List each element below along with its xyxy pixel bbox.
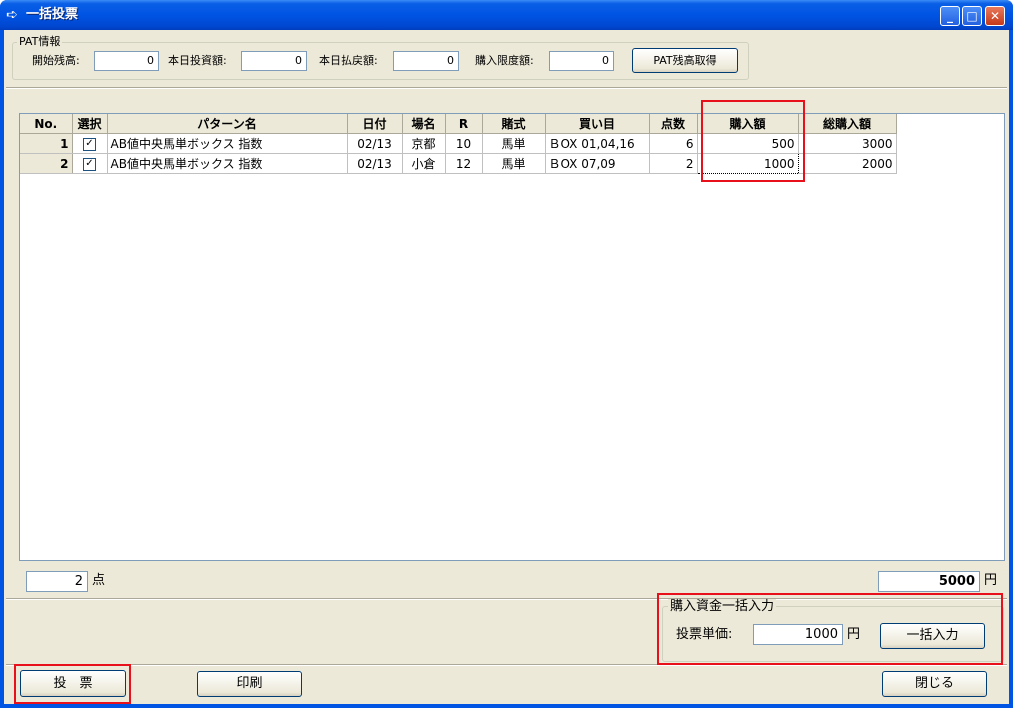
selection-cell[interactable]: ＢOX 07,09 [545,153,650,174]
maximize-button[interactable]: □ [962,6,982,26]
select-cell[interactable]: ✓ [72,153,108,174]
purchase-limit-label: 購入限度額: [475,54,534,67]
column-header-venue[interactable]: 場名 [402,114,446,134]
title-bar[interactable]: ➪ 一括投票 _ □ ✕ [0,0,1013,30]
row-number: 1 [20,133,73,154]
bet-type-cell[interactable]: 馬単 [482,153,546,174]
today-bet-label: 本日投資額: [168,54,227,67]
pat-info-group-title: PAT情報 [17,35,63,48]
bulk-input-group-title: 購入資金一括入力 [668,599,777,615]
purchase-limit-field[interactable]: 0 [549,51,614,71]
amount-cell[interactable]: 1000 [696,153,799,174]
top-divider [6,87,1007,89]
column-header-race[interactable]: R [445,114,483,134]
bet-grid[interactable]: No. 選択 パターン名 日付 場名 R 賭式 買い目 点数 購入額 総購入額 [19,113,1005,561]
column-header-points[interactable]: 点数 [649,114,698,134]
points-cell[interactable]: 2 [649,153,698,174]
row-checkbox[interactable]: ✓ [83,157,96,171]
column-header-selection[interactable]: 買い目 [545,114,650,134]
points-cell[interactable]: 6 [649,133,698,154]
pattern-cell[interactable]: AB値中央馬単ボックス 指数 [107,153,348,174]
close-button[interactable]: 閉じる [882,671,987,697]
selection-cell[interactable]: ＢOX 01,04,16 [545,133,650,154]
bulk-apply-button[interactable]: 一括入力 [880,623,985,649]
column-header-date[interactable]: 日付 [347,114,403,134]
unit-price-label: 投票単価: [676,627,733,642]
window-bottom-border [0,704,1013,708]
column-header-amount[interactable]: 購入額 [697,114,799,134]
total-unit-label: 円 [984,573,998,588]
today-bet-field[interactable]: 0 [241,51,307,71]
unit-price-yen-label: 円 [847,627,861,642]
table-row[interactable]: 2 ✓ AB値中央馬単ボックス 指数 02/13 小倉 12 馬単 ＢOX 07… [20,153,897,174]
date-cell[interactable]: 02/13 [347,153,403,174]
arrow-icon: ➪ [6,7,18,23]
grand-total-field: 5000 [878,571,980,592]
column-header-total[interactable]: 総購入額 [798,114,897,134]
column-header-pattern[interactable]: パターン名 [107,114,348,134]
start-balance-label: 開始残高: [32,54,80,67]
close-window-button[interactable]: ✕ [985,6,1005,26]
race-cell[interactable]: 12 [445,153,483,174]
get-balance-button[interactable]: PAT残高取得 [632,48,738,73]
table-row[interactable]: 1 ✓ AB値中央馬単ボックス 指数 02/13 京都 10 馬単 ＢOX 01… [20,133,897,154]
maximize-icon: □ [966,9,978,23]
column-header-no[interactable]: No. [20,114,73,134]
column-header-select[interactable]: 選択 [72,114,108,134]
total-cell[interactable]: 2000 [798,153,897,174]
total-cell[interactable]: 3000 [798,133,897,154]
middle-divider [6,598,1007,600]
column-header-bet-type[interactable]: 賭式 [482,114,546,134]
amount-cell[interactable]: 500 [697,133,799,154]
count-unit-label: 点 [92,573,106,588]
bottom-divider [6,664,1007,666]
venue-cell[interactable]: 京都 [402,133,446,154]
today-payout-field[interactable]: 0 [393,51,459,71]
client-area: PAT情報 開始残高: 0 本日投資額: 0 本日払戻額: 0 購入限度額: 0… [4,30,1009,704]
row-checkbox[interactable]: ✓ [83,137,96,151]
date-cell[interactable]: 02/13 [347,133,403,154]
today-payout-label: 本日払戻額: [319,54,378,67]
count-field: 2 [26,571,88,592]
race-cell[interactable]: 10 [445,133,483,154]
minimize-button[interactable]: _ [940,6,960,26]
start-balance-field[interactable]: 0 [94,51,159,71]
bet-type-cell[interactable]: 馬単 [482,133,546,154]
header-row: No. 選択 パターン名 日付 場名 R 賭式 買い目 点数 購入額 総購入額 [20,114,897,134]
window: ➪ 一括投票 _ □ ✕ PAT情報 開始残高: 0 本日投資額: 0 本日払戻… [0,0,1013,708]
print-button[interactable]: 印刷 [197,671,302,697]
close-icon: ✕ [989,9,1001,23]
row-number: 2 [20,153,73,174]
select-cell[interactable]: ✓ [72,133,108,154]
venue-cell[interactable]: 小倉 [402,153,446,174]
vote-button[interactable]: 投 票 [20,670,126,697]
minimize-icon: _ [947,9,953,23]
window-title: 一括投票 [26,7,79,22]
unit-price-input[interactable]: 1000 [753,624,843,645]
pattern-cell[interactable]: AB値中央馬単ボックス 指数 [107,133,348,154]
